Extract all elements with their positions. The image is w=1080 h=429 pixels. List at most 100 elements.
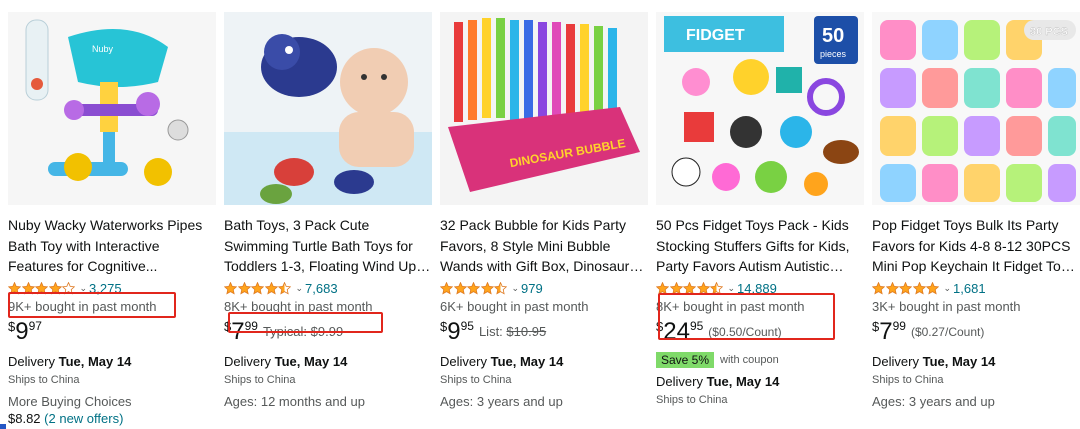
delivery-date: Tue, May 14 — [274, 354, 348, 369]
rating-count[interactable]: 14,889 — [737, 281, 777, 296]
price-fraction: 97 — [28, 319, 42, 333]
delivery-info: Delivery Tue, May 14 — [656, 373, 864, 391]
product-title[interactable]: 32 Pack Bubble for Kids Party Favors, 8 … — [440, 215, 648, 277]
bought-past-month: 9K+ bought in past month — [8, 299, 157, 314]
delivery-info: Delivery Tue, May 14 — [440, 353, 648, 371]
product-title[interactable]: Nuby Wacky Waterworks Pipes Bath Toy wit… — [8, 215, 216, 277]
product-card-4[interactable]: FIDGET 50 pieces 50 Pcs Fidget Toys Pack… — [656, 12, 864, 429]
rating-row[interactable]: ⌄ 7,683 — [224, 279, 432, 297]
rating-row[interactable]: ⌄ 979 — [440, 279, 648, 297]
bought-past-month: 6K+ bought in past month — [440, 299, 589, 314]
new-offers-link[interactable]: (2 new offers) — [44, 411, 123, 426]
price-symbol: $ — [656, 319, 664, 334]
price-symbol: $ — [8, 319, 16, 334]
product-image[interactable] — [224, 12, 432, 205]
typical-label: Typical: — [262, 324, 308, 339]
price[interactable]: $ 7 99 Typical: $9.99 — [224, 319, 432, 349]
age-range: Ages: 3 years and up — [440, 394, 563, 409]
rating-row[interactable]: ⌄ 14,889 — [656, 279, 864, 297]
product-card-5[interactable]: 30 PCS Pop Fidget Toys Bulk Its Party Fa… — [872, 12, 1080, 429]
delivery-prefix: Delivery — [656, 374, 703, 389]
star-icon — [926, 281, 939, 295]
price-whole: 7 — [231, 318, 245, 345]
pieces-word-badge: pieces — [820, 49, 847, 59]
product-grid: Nuby Nuby Wacky Waterworks Pipes Bath To… — [0, 0, 1080, 429]
delivery-info: Delivery Tue, May 14 — [872, 353, 1080, 371]
product-card-2[interactable]: Bath Toys, 3 Pack Cute Swimming Turtle B… — [224, 12, 432, 429]
price-whole: 24 — [663, 318, 690, 345]
star-rating — [224, 281, 292, 295]
nuby-brand-text: Nuby — [92, 44, 114, 54]
price-whole: 9 — [15, 318, 29, 345]
bought-past-month: 3K+ bought in past month — [872, 299, 1021, 314]
more-offers-price: $8.82 — [8, 411, 41, 426]
delivery-date: Tue, May 14 — [706, 374, 780, 389]
star-icon — [656, 281, 669, 295]
list-price: List: $10.95 — [479, 319, 546, 345]
price-fraction: 99 — [892, 319, 906, 333]
rating-count[interactable]: 3,275 — [89, 281, 122, 296]
price[interactable]: $ 9 97 — [8, 319, 216, 349]
delivery-date: Tue, May 14 — [490, 354, 564, 369]
chevron-down-icon: ⌄ — [727, 282, 736, 293]
star-icon — [278, 281, 291, 295]
coupon-text: with coupon — [720, 354, 779, 366]
unit-price: ($0.50/Count) — [708, 325, 782, 339]
chevron-down-icon: ⌄ — [943, 282, 952, 293]
product-card-3[interactable]: DINOSAUR BUBBLE 32 Pack Bubble for Kids … — [440, 12, 648, 429]
rating-count[interactable]: 1,681 — [953, 281, 986, 296]
star-icon — [912, 281, 926, 295]
product-title[interactable]: Pop Fidget Toys Bulk Its Party Favors fo… — [872, 215, 1080, 277]
star-icon — [224, 281, 237, 295]
price[interactable]: $ 9 95 List: $10.95 — [440, 319, 648, 349]
star-icon — [696, 281, 710, 295]
product-image[interactable]: Nuby — [8, 12, 216, 205]
page-edge-marker — [0, 424, 6, 429]
product-title[interactable]: 50 Pcs Fidget Toys Pack - Kids Stocking … — [656, 215, 864, 277]
price-fraction: 95 — [460, 319, 474, 333]
rating-count[interactable]: 7,683 — [305, 281, 338, 296]
delivery-info: Delivery Tue, May 14 — [224, 353, 432, 371]
rating-row[interactable]: ⌄ 3,275 — [8, 279, 216, 297]
delivery-date: Tue, May 14 — [58, 354, 132, 369]
price[interactable]: $ 24 95 ($0.50/Count) — [656, 319, 864, 349]
ships-to: Ships to China — [224, 374, 296, 386]
ships-to: Ships to China — [656, 394, 728, 406]
more-buying-choices: More Buying Choices — [8, 394, 132, 409]
delivery-prefix: Delivery — [8, 354, 55, 369]
star-icon — [453, 281, 467, 295]
price-fraction: 95 — [689, 319, 704, 333]
star-icon — [494, 281, 507, 295]
star-rating — [656, 281, 724, 295]
product-title[interactable]: Bath Toys, 3 Pack Cute Swimming Turtle B… — [224, 215, 432, 277]
typical-price-value: $9.99 — [310, 324, 344, 339]
coupon-row[interactable]: Save 5% with coupon — [656, 351, 864, 369]
star-icon — [251, 281, 264, 295]
star-icon — [48, 281, 62, 295]
star-icon — [885, 281, 899, 295]
ships-to: Ships to China — [8, 374, 80, 386]
pieces-count-badge: 50 — [822, 25, 844, 47]
list-price-value: $10.95 — [506, 324, 547, 339]
rating-row[interactable]: ⌄ 1,681 — [872, 279, 1080, 297]
bought-past-month: 8K+ bought in past month — [656, 299, 805, 314]
product-image[interactable]: DINOSAUR BUBBLE — [440, 12, 648, 205]
price[interactable]: $ 7 99 ($0.27/Count) — [872, 319, 1080, 349]
star-rating — [872, 281, 940, 295]
product-image[interactable]: 30 PCS — [872, 12, 1080, 205]
unit-price: ($0.27/Count) — [910, 325, 985, 339]
product-card-1[interactable]: Nuby Nuby Wacky Waterworks Pipes Bath To… — [8, 12, 216, 429]
price-symbol: $ — [872, 319, 880, 334]
product-image[interactable]: FIDGET 50 pieces — [656, 12, 864, 205]
star-icon — [710, 281, 723, 295]
price-whole: 7 — [879, 318, 893, 345]
star-icon — [8, 281, 21, 295]
fidget-box-label: FIDGET — [686, 27, 745, 44]
price-symbol: $ — [440, 319, 448, 334]
save-badge[interactable]: Save 5% — [656, 352, 715, 368]
bought-past-month: 8K+ bought in past month — [224, 299, 373, 314]
rating-count[interactable]: 979 — [521, 281, 543, 296]
list-label: List: — [478, 324, 503, 339]
pcs-badge: 30 PCS — [1030, 26, 1068, 38]
more-offers: $8.82 (2 new offers) — [8, 411, 216, 427]
